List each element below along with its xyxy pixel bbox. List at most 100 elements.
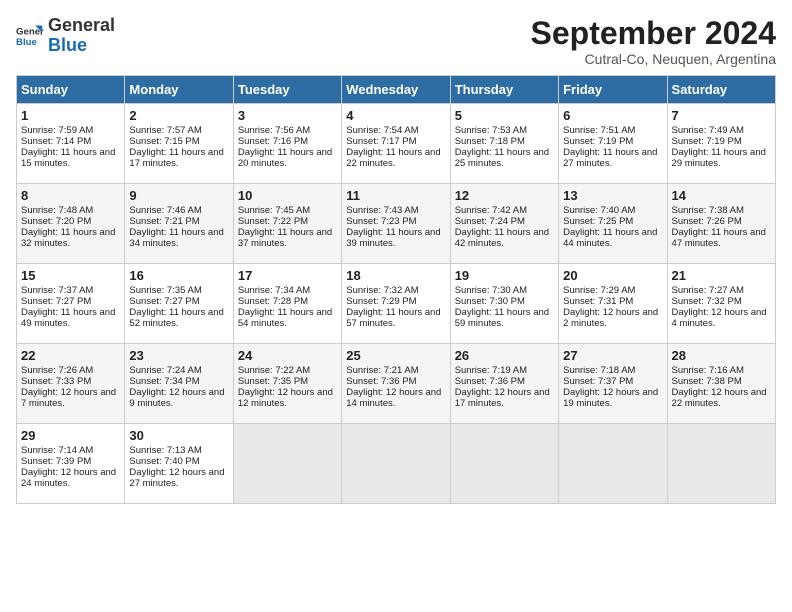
calendar-cell: 15Sunrise: 7:37 AMSunset: 7:27 PMDayligh…	[17, 264, 125, 344]
logo-icon: General Blue	[16, 22, 44, 50]
page-header: General Blue General Blue September 2024…	[16, 16, 776, 67]
daylight-text: Daylight: 11 hours and 27 minutes.	[563, 147, 662, 169]
calendar-week-row: 1Sunrise: 7:59 AMSunset: 7:14 PMDaylight…	[17, 104, 776, 184]
day-number: 15	[21, 268, 120, 283]
logo-general-text: General	[48, 16, 115, 36]
sunrise-text: Sunrise: 7:22 AM	[238, 365, 337, 376]
day-number: 18	[346, 268, 445, 283]
calendar-cell: 20Sunrise: 7:29 AMSunset: 7:31 PMDayligh…	[559, 264, 667, 344]
daylight-text: Daylight: 11 hours and 37 minutes.	[238, 227, 337, 249]
calendar-cell: 11Sunrise: 7:43 AMSunset: 7:23 PMDayligh…	[342, 184, 450, 264]
sunset-text: Sunset: 7:34 PM	[129, 376, 228, 387]
sunset-text: Sunset: 7:24 PM	[455, 216, 554, 227]
daylight-text: Daylight: 11 hours and 52 minutes.	[129, 307, 228, 329]
daylight-text: Daylight: 12 hours and 17 minutes.	[455, 387, 554, 409]
calendar-cell: 2Sunrise: 7:57 AMSunset: 7:15 PMDaylight…	[125, 104, 233, 184]
sunset-text: Sunset: 7:16 PM	[238, 136, 337, 147]
calendar-cell: 30Sunrise: 7:13 AMSunset: 7:40 PMDayligh…	[125, 424, 233, 504]
sunrise-text: Sunrise: 7:34 AM	[238, 285, 337, 296]
daylight-text: Daylight: 11 hours and 17 minutes.	[129, 147, 228, 169]
day-number: 26	[455, 348, 554, 363]
sunrise-text: Sunrise: 7:57 AM	[129, 125, 228, 136]
calendar-cell: 26 Sunrise: 7:19 AMSunset: 7:36 PMDayligh…	[450, 344, 558, 424]
sunrise-text: Sunrise: 7:40 AM	[563, 205, 662, 216]
sunrise-text: Sunrise: 7:54 AM	[346, 125, 445, 136]
sunrise-text: Sunrise: 7:27 AM	[672, 285, 771, 296]
day-number: 21	[672, 268, 771, 283]
sunrise-text: Sunrise: 7:26 AM	[21, 365, 120, 376]
sunrise-text: Sunrise: 7:35 AM	[129, 285, 228, 296]
day-number: 13	[563, 188, 662, 203]
sunset-text: Sunset: 7:23 PM	[346, 216, 445, 227]
calendar-cell: 9Sunrise: 7:46 AMSunset: 7:21 PMDaylight…	[125, 184, 233, 264]
sunrise-text: Sunrise: 7:43 AM	[346, 205, 445, 216]
sunrise-text: Sunrise: 7:48 AM	[21, 205, 120, 216]
daylight-text: Daylight: 12 hours and 12 minutes.	[238, 387, 337, 409]
day-number: 24	[238, 348, 337, 363]
calendar-cell: 8Sunrise: 7:48 AMSunset: 7:20 PMDaylight…	[17, 184, 125, 264]
sunrise-text: Sunrise: 7:45 AM	[238, 205, 337, 216]
sunset-text: Sunset: 7:40 PM	[129, 456, 228, 467]
sunset-text: Sunset: 7:18 PM	[455, 136, 554, 147]
day-number: 7	[672, 108, 771, 123]
column-header-friday: Friday	[559, 76, 667, 104]
sunset-text: Sunset: 7:19 PM	[563, 136, 662, 147]
daylight-text: Daylight: 12 hours and 14 minutes.	[346, 387, 445, 409]
daylight-text: Daylight: 12 hours and 22 minutes.	[672, 387, 771, 409]
sunrise-text: Sunrise: 7:42 AM	[455, 205, 554, 216]
sunrise-text: Sunrise: 7:24 AM	[129, 365, 228, 376]
daylight-text: Daylight: 12 hours and 9 minutes.	[129, 387, 228, 409]
calendar-week-row: 29Sunrise: 7:14 AMSunset: 7:39 PMDayligh…	[17, 424, 776, 504]
daylight-text: Daylight: 11 hours and 20 minutes.	[238, 147, 337, 169]
sunset-text: Sunset: 7:22 PM	[238, 216, 337, 227]
sunset-text: Sunset: 7:25 PM	[563, 216, 662, 227]
sunset-text: Sunset: 7:27 PM	[129, 296, 228, 307]
day-number: 22	[21, 348, 120, 363]
daylight-text: Daylight: 12 hours and 2 minutes.	[563, 307, 662, 329]
daylight-text: Daylight: 11 hours and 42 minutes.	[455, 227, 554, 249]
day-number: 11	[346, 188, 445, 203]
calendar-cell	[233, 424, 341, 504]
sunset-text: Sunset: 7:35 PM	[238, 376, 337, 387]
daylight-text: Daylight: 11 hours and 59 minutes.	[455, 307, 554, 329]
calendar-cell: 13Sunrise: 7:40 AMSunset: 7:25 PMDayligh…	[559, 184, 667, 264]
calendar-cell: 17Sunrise: 7:34 AMSunset: 7:28 PMDayligh…	[233, 264, 341, 344]
calendar-cell	[450, 424, 558, 504]
svg-text:Blue: Blue	[16, 37, 37, 48]
sunrise-text: Sunrise: 7:13 AM	[129, 445, 228, 456]
sunrise-text: Sunrise: 7:19 AM	[455, 365, 554, 376]
daylight-text: Daylight: 11 hours and 22 minutes.	[346, 147, 445, 169]
daylight-text: Daylight: 12 hours and 19 minutes.	[563, 387, 662, 409]
calendar-cell: 6Sunrise: 7:51 AMSunset: 7:19 PMDaylight…	[559, 104, 667, 184]
calendar-week-row: 8Sunrise: 7:48 AMSunset: 7:20 PMDaylight…	[17, 184, 776, 264]
daylight-text: Daylight: 12 hours and 27 minutes.	[129, 467, 228, 489]
sunrise-text: Sunrise: 7:46 AM	[129, 205, 228, 216]
calendar-cell: 19Sunrise: 7:30 AMSunset: 7:30 PMDayligh…	[450, 264, 558, 344]
day-number: 3	[238, 108, 337, 123]
calendar-cell: 18Sunrise: 7:32 AMSunset: 7:29 PMDayligh…	[342, 264, 450, 344]
day-number: 27	[563, 348, 662, 363]
daylight-text: Daylight: 11 hours and 15 minutes.	[21, 147, 120, 169]
sunset-text: Sunset: 7:36 PM	[455, 376, 554, 387]
sunset-text: Sunset: 7:26 PM	[672, 216, 771, 227]
daylight-text: Daylight: 12 hours and 7 minutes.	[21, 387, 120, 409]
calendar-week-row: 15Sunrise: 7:37 AMSunset: 7:27 PMDayligh…	[17, 264, 776, 344]
sunrise-text: Sunrise: 7:30 AM	[455, 285, 554, 296]
day-number: 29	[21, 428, 120, 443]
sunrise-text: Sunrise: 7:14 AM	[21, 445, 120, 456]
calendar-cell: 7Sunrise: 7:49 AMSunset: 7:19 PMDaylight…	[667, 104, 775, 184]
column-header-tuesday: Tuesday	[233, 76, 341, 104]
day-number: 23	[129, 348, 228, 363]
sunset-text: Sunset: 7:36 PM	[346, 376, 445, 387]
day-number: 8	[21, 188, 120, 203]
calendar-cell: 1Sunrise: 7:59 AMSunset: 7:14 PMDaylight…	[17, 104, 125, 184]
calendar-cell: 29Sunrise: 7:14 AMSunset: 7:39 PMDayligh…	[17, 424, 125, 504]
calendar-cell: 12Sunrise: 7:42 AMSunset: 7:24 PMDayligh…	[450, 184, 558, 264]
calendar-cell: 24 Sunrise: 7:22 AMSunset: 7:35 PMDayligh…	[233, 344, 341, 424]
day-number: 5	[455, 108, 554, 123]
column-header-thursday: Thursday	[450, 76, 558, 104]
calendar-cell: 10Sunrise: 7:45 AMSunset: 7:22 PMDayligh…	[233, 184, 341, 264]
day-number: 19	[455, 268, 554, 283]
day-number: 9	[129, 188, 228, 203]
sunset-text: Sunset: 7:27 PM	[21, 296, 120, 307]
